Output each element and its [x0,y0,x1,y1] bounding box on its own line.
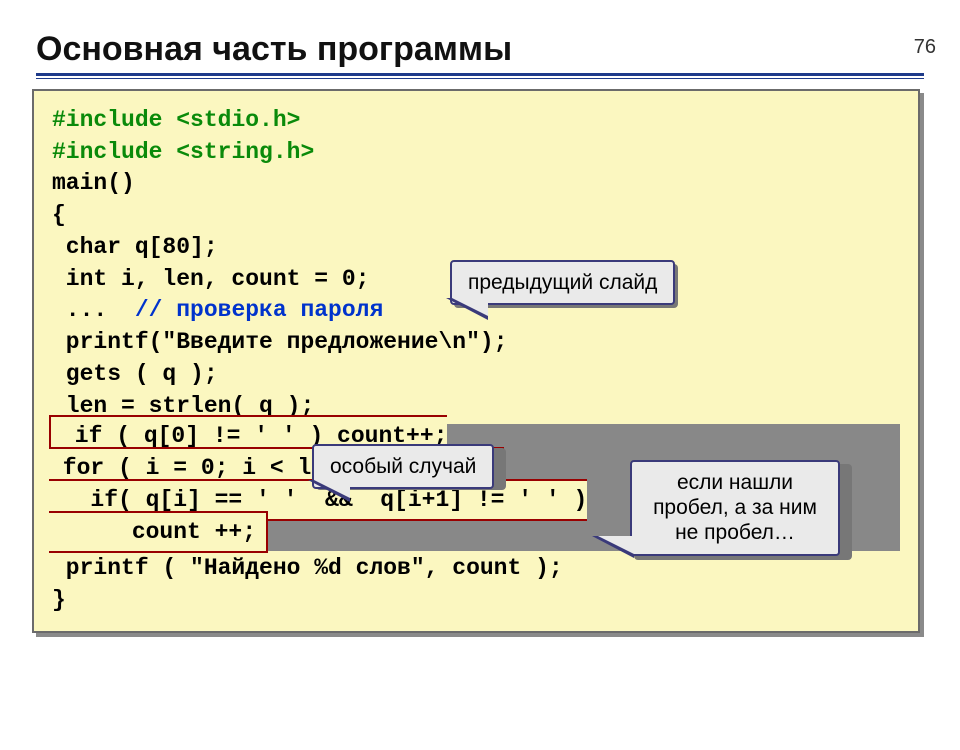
code-line: gets ( q ); [52,361,218,387]
code-line: { [52,202,66,228]
code-line: <string.h> [176,139,314,165]
code-comment: // проверка пароля [135,297,383,323]
code-line: <stdio.h> [176,107,300,133]
code-line: char q[80]; [52,234,218,260]
callout-pointer-fill [452,298,488,316]
code-line: } [52,587,66,613]
title-rule [36,73,924,79]
code-line: printf("Введите предложение\n"); [52,329,507,355]
code-line: int i, len, count = 0; [52,266,369,292]
code-line: #include [52,139,176,165]
callout-pointer-fill [314,480,350,498]
slide-title: Основная часть программы [36,30,924,69]
page-number: 76 [914,36,936,59]
callout-if-found: если нашли пробел, а за ним не пробел… [630,460,840,556]
code-line: printf ( "Найдено %d слов", count ); [52,555,563,581]
code-line: #include [52,107,176,133]
code-line: count ++; [49,519,256,545]
code-line: ... [52,297,135,323]
code-line: main() [52,170,135,196]
callout-pointer-fill [598,536,634,554]
